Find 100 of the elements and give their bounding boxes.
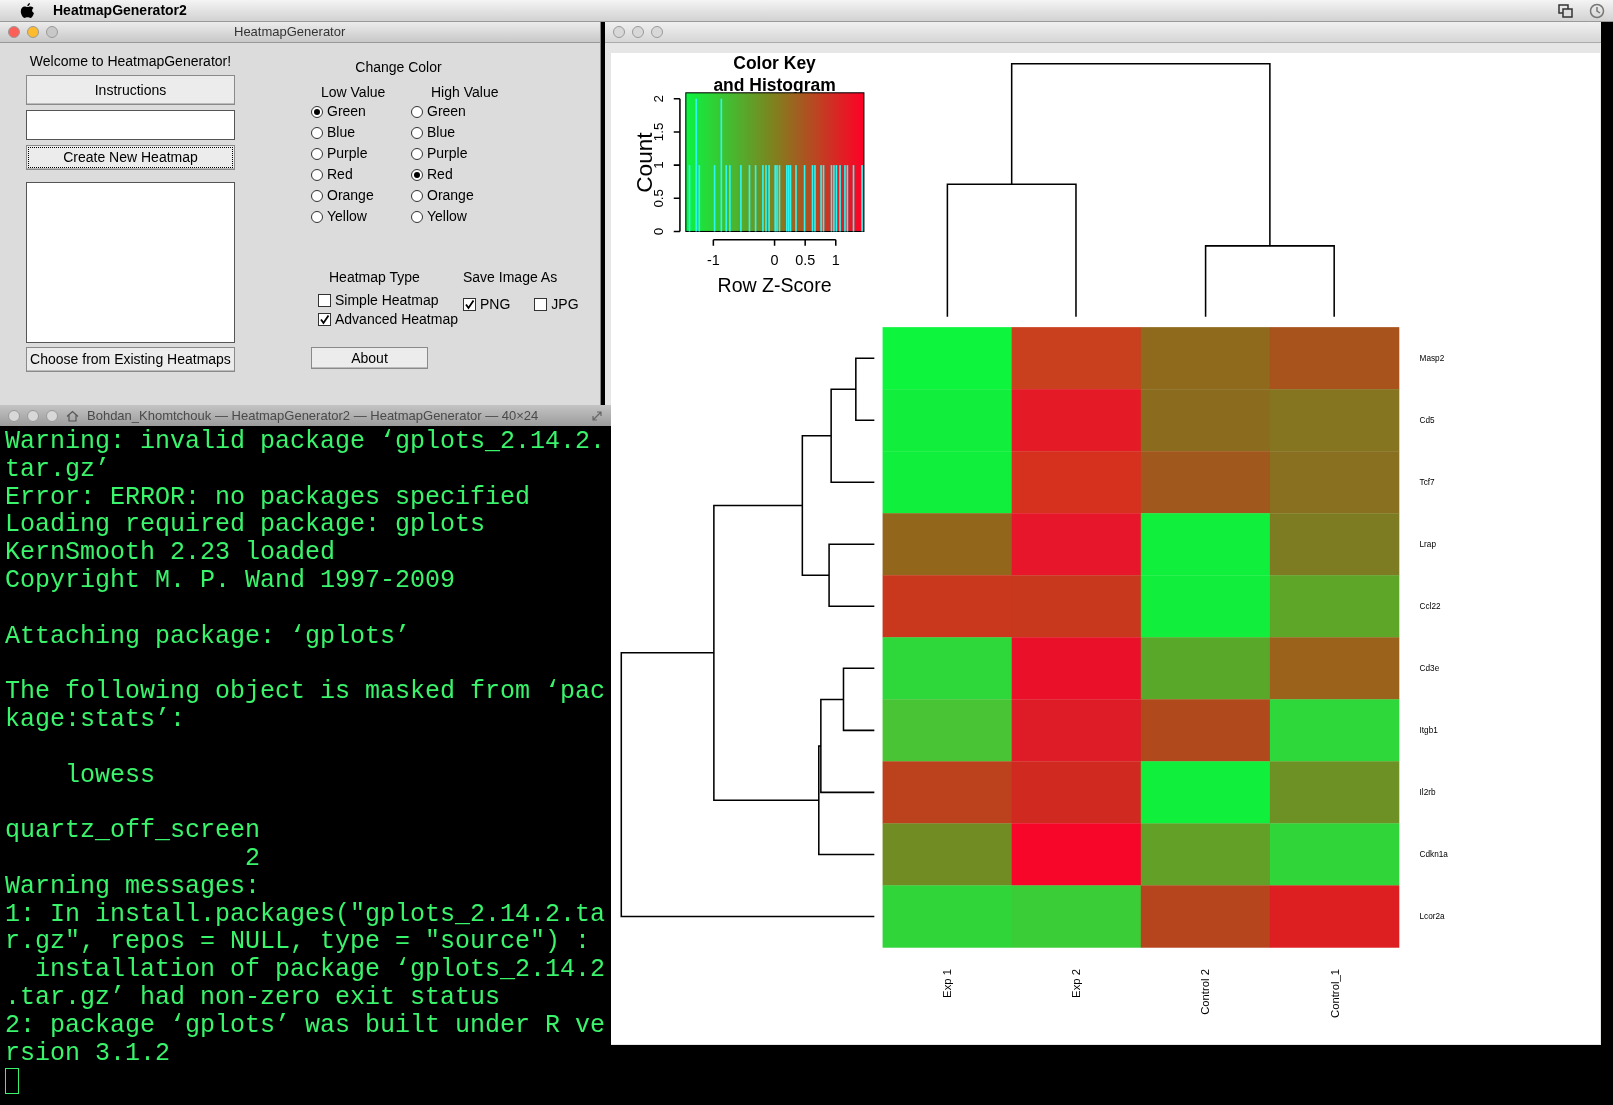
- radio-label[interactable]: Green: [427, 101, 466, 122]
- home-icon: [66, 409, 79, 422]
- resize-icon[interactable]: [591, 409, 603, 422]
- radio-button[interactable]: [311, 105, 323, 118]
- checkbox-label[interactable]: PNG: [480, 294, 511, 315]
- terminal-line: installation of package ‘gplots_2.14.2: [34, 956, 606, 984]
- radio-button[interactable]: [311, 210, 323, 223]
- clock-icon[interactable]: [1589, 2, 1605, 19]
- choose-heatmap-button[interactable]: Choose from Existing Heatmaps: [26, 347, 235, 372]
- radio-button[interactable]: [411, 168, 423, 181]
- row-label: Cdkn1a: [1419, 850, 1448, 860]
- row-label: Itgb1: [1419, 726, 1438, 736]
- y-tick-label: 0.5: [651, 189, 667, 208]
- radio-label[interactable]: Orange: [427, 185, 474, 206]
- checkbox-label[interactable]: Simple Heatmap: [335, 290, 439, 311]
- x-tick-label: -1: [706, 252, 720, 269]
- histogram-bar: [803, 165, 806, 232]
- input-field[interactable]: [26, 110, 235, 140]
- checkbox[interactable]: [318, 313, 331, 326]
- column-label: Exp 1: [941, 969, 954, 998]
- radio-label[interactable]: Green: [327, 101, 366, 122]
- radio-button[interactable]: [411, 189, 423, 202]
- checkbox-label[interactable]: JPG: [551, 294, 579, 315]
- radio-button[interactable]: [311, 147, 323, 160]
- terminal-line: 2: [244, 844, 261, 873]
- chart-title: Color Key and Histogram: [713, 53, 836, 95]
- row-label: Masp2: [1419, 354, 1445, 364]
- radio-label[interactable]: Blue: [427, 122, 456, 143]
- terminal-line: Attaching package: ‘gplots’: [5, 622, 411, 651]
- radio-label[interactable]: Red: [427, 164, 453, 185]
- terminal-line: quartz_off_screen: [5, 817, 261, 845]
- radio-button[interactable]: [311, 189, 323, 202]
- y-tick-label: 1.5: [651, 122, 667, 142]
- y-tick-label: 2: [651, 95, 667, 103]
- row-label: Cd5: [1419, 416, 1435, 426]
- checkbox[interactable]: [318, 294, 331, 307]
- create-heatmap-button[interactable]: Create New Heatmap: [26, 145, 235, 170]
- radio-button[interactable]: [311, 126, 323, 139]
- terminal-line: Error: ERROR: no packages specified: [5, 483, 531, 512]
- terminal-line: Copyright M. P. Wand 1997-2009: [5, 567, 456, 595]
- histogram-bar: [852, 165, 855, 232]
- app-name[interactable]: HeatmapGenerator2: [53, 0, 187, 21]
- terminal-line: rsion 3.1.2: [5, 1039, 171, 1068]
- terminal-line: Loading required package: gplots: [5, 511, 486, 540]
- section-heading: Heatmap Type: [328, 268, 421, 285]
- terminal-line: Warning messages:: [5, 872, 261, 901]
- y-tick-label: 0: [651, 227, 667, 236]
- radio-button[interactable]: [411, 126, 423, 139]
- terminal-line: .tar.gz’ had non-zero exit status: [5, 983, 501, 1012]
- window-title: HeatmapGenerator: [234, 23, 346, 42]
- radio-button[interactable]: [411, 105, 423, 118]
- terminal-line: The following object is masked from ‘pac: [5, 678, 606, 706]
- row-label: Il2rb: [1419, 788, 1436, 798]
- x-tick-label: 0: [770, 252, 779, 269]
- terminal-line: kage:stats’:: [5, 705, 186, 734]
- column-heading: Low Value: [320, 83, 387, 100]
- about-button[interactable]: About: [311, 347, 428, 369]
- column-heading: High Value: [430, 83, 500, 100]
- apple-logo-icon[interactable]: [20, 2, 35, 19]
- terminal-line: KernSmooth 2.23 loaded: [5, 539, 336, 567]
- column-label: Exp 2: [1070, 969, 1083, 998]
- window-title: Bohdan_Khomtchouk — HeatmapGenerator2 — HeatmapGenerator — 40×24: [87, 406, 539, 425]
- radio-label[interactable]: Yellow: [427, 206, 467, 227]
- radio-label[interactable]: Red: [327, 164, 353, 185]
- row-label: Cd3e: [1419, 664, 1440, 674]
- terminal-line: lowess: [64, 761, 156, 790]
- radio-button[interactable]: [311, 168, 323, 181]
- section-heading: Change Color: [354, 58, 443, 75]
- radio-button[interactable]: [411, 147, 423, 160]
- terminal-line: Warning: invalid package ‘gplots_2.14.2.: [5, 428, 606, 456]
- y-tick-label: 1: [651, 161, 667, 169]
- row-label: Tcf7: [1419, 478, 1435, 488]
- checkbox[interactable]: [463, 298, 476, 311]
- histogram-bar: [688, 165, 691, 232]
- terminal-line: r.gz", repos = NULL, type = "source") :: [5, 928, 591, 957]
- radio-label[interactable]: Purple: [327, 143, 368, 164]
- histogram-bar: [713, 165, 716, 232]
- terminal-line: tar.gz’: [5, 455, 111, 484]
- terminal-line: 1: In install.packages("gplots_2.14.2.ta: [5, 900, 606, 929]
- welcome-text: Welcome to HeatmapGenerator!: [28, 52, 233, 69]
- screens-icon[interactable]: [1558, 3, 1573, 18]
- row-label: Lrap: [1419, 540, 1436, 550]
- histogram-bar: [754, 165, 757, 232]
- histogram-bar: [748, 165, 751, 232]
- row-label: Lcor2a: [1419, 912, 1445, 922]
- instructions-button[interactable]: Instructions: [26, 75, 235, 105]
- checkbox-label[interactable]: Advanced Heatmap: [335, 309, 458, 330]
- radio-label[interactable]: Orange: [327, 185, 374, 206]
- list-box[interactable]: [26, 182, 235, 343]
- x-tick-label: 1: [831, 252, 840, 269]
- checkbox[interactable]: [534, 298, 548, 311]
- radio-label[interactable]: Purple: [427, 143, 468, 164]
- column-label: Control_1: [1328, 969, 1341, 1018]
- section-heading: Save Image As: [462, 268, 559, 285]
- x-tick-label: 0.5: [795, 252, 816, 269]
- row-label: Ccl22: [1419, 602, 1441, 612]
- radio-label[interactable]: Yellow: [327, 206, 367, 227]
- radio-label[interactable]: Blue: [327, 122, 356, 143]
- x-axis-label: Row Z-Score: [717, 274, 832, 297]
- radio-button[interactable]: [411, 210, 423, 223]
